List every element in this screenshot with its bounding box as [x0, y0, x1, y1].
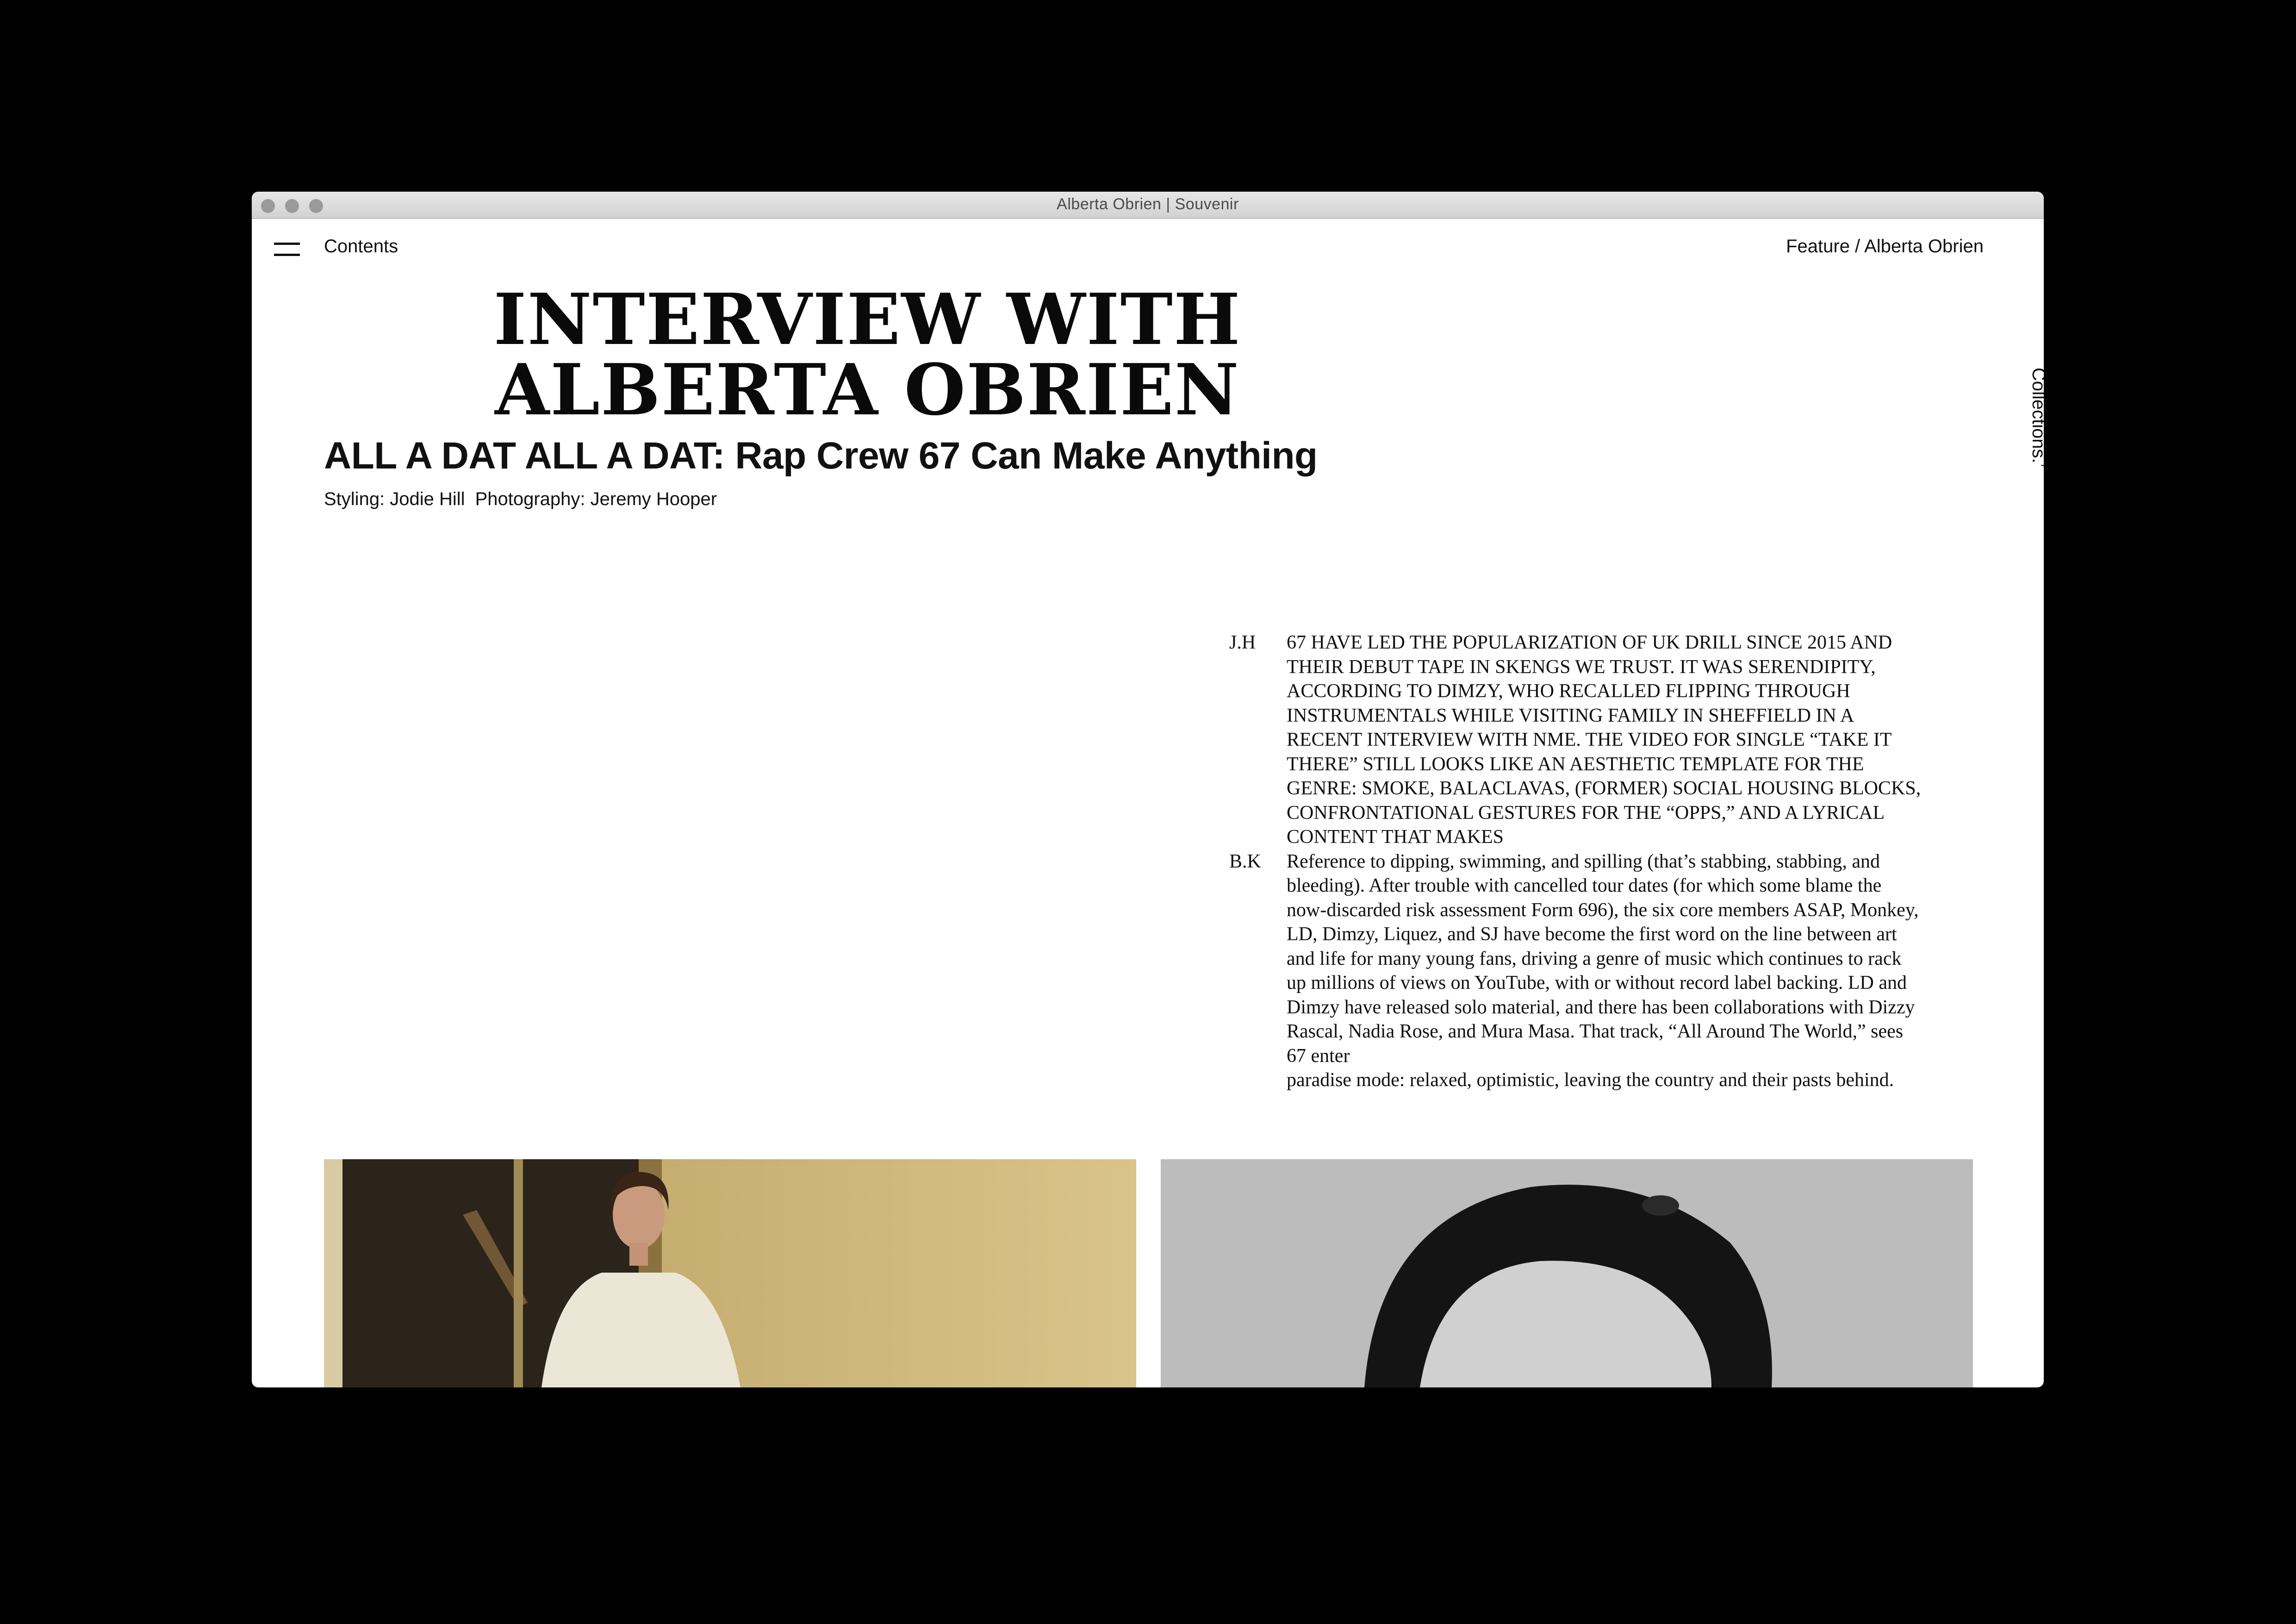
- portrait-photo-color: [324, 1159, 1136, 1387]
- pull-quote: “NO ONE IS INTERESTED IN OTHER PEOPLE’S …: [2028, 368, 2044, 468]
- answer-text: Reference to dipping, swimming, and spil…: [1287, 849, 1923, 1093]
- article-subtitle: ALL A DAT ALL A DAT: Rap Crew 67 Can Mak…: [324, 435, 1318, 477]
- window-title: Alberta Obrien | Souvenir: [1057, 195, 1239, 213]
- breadcrumb[interactable]: Feature / Alberta Obrien: [1786, 236, 1984, 257]
- article-title: Interview with Alberta Obrien: [493, 278, 1241, 431]
- portrait-photo-bw: [1161, 1159, 1973, 1387]
- interview-text: J.H 67 have led the popularization of UK…: [1229, 631, 1923, 1093]
- hamburger-menu-icon[interactable]: [274, 240, 300, 258]
- contents-link[interactable]: Contents: [324, 236, 398, 257]
- speaker-label: B.K: [1229, 850, 1261, 872]
- question-text: 67 have led the popularization of UK dri…: [1287, 632, 1921, 848]
- answer-paragraph-continued: paradise mode: relaxed, optimistic, leav…: [1287, 1069, 1894, 1091]
- speaker-label: J.H: [1229, 632, 1256, 653]
- browser-window: Alberta Obrien | Souvenir Contents Featu…: [252, 192, 2044, 1387]
- interview-question: J.H 67 have led the popularization of UK…: [1229, 631, 1923, 849]
- interview-answer: B.K Reference to dipping, swimming, and …: [1229, 849, 1923, 1093]
- photography-credit: Photography: Jeremy Hooper: [475, 489, 717, 509]
- article-credits: Styling: Jodie Hill Photography: Jeremy H…: [324, 489, 727, 510]
- answer-paragraph: Reference to dipping, swimming, and spil…: [1287, 850, 1919, 1067]
- title-bar: Alberta Obrien | Souvenir: [252, 192, 2044, 219]
- styling-credit: Styling: Jodie Hill: [324, 489, 465, 509]
